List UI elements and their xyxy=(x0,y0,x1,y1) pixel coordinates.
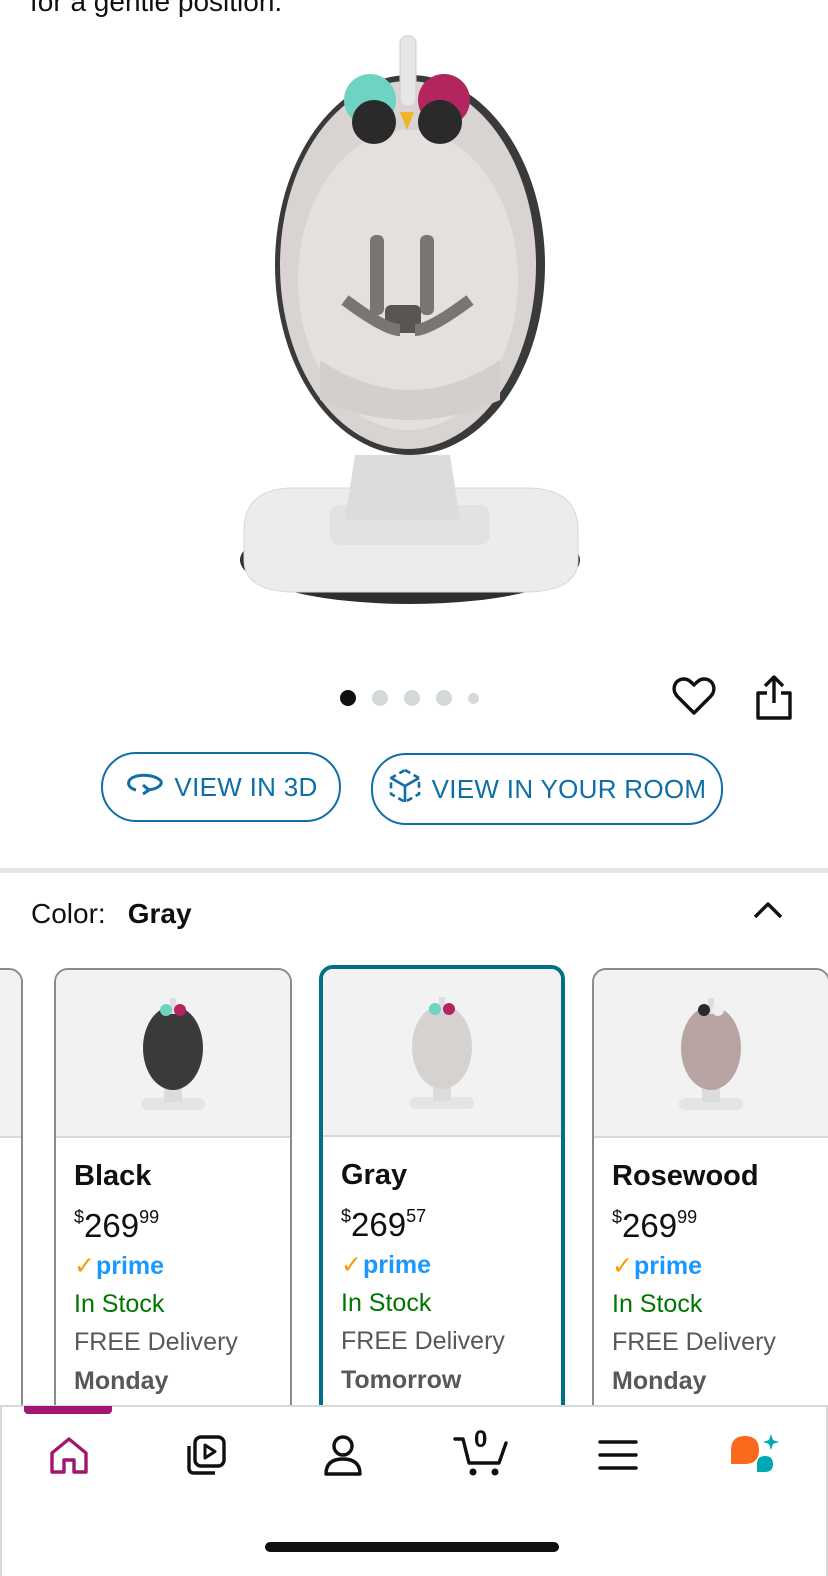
delivery-day: Monday xyxy=(612,1367,707,1395)
swatch-price: $26957 xyxy=(341,1206,427,1243)
swatch-card-partial[interactable] xyxy=(0,968,23,1405)
stock-status: In Stock xyxy=(612,1290,703,1318)
gallery-dot[interactable] xyxy=(468,692,479,704)
swatch-card-black[interactable]: Black $26999 ✓ prime In Stock FREE Delive… xyxy=(54,968,292,1405)
prime-badge: ✓ prime xyxy=(74,1247,272,1285)
delivery-day: Tomorrow xyxy=(341,1366,462,1394)
delivery-text: FREE Delivery xyxy=(74,1328,238,1356)
gallery-pagination[interactable] xyxy=(340,690,479,706)
view-in-your-room-button[interactable]: VIEW IN YOUR ROOM xyxy=(371,753,723,825)
video-icon[interactable] xyxy=(176,1430,236,1480)
swatch-price: $26999 xyxy=(612,1207,698,1244)
home-icon[interactable] xyxy=(39,1430,99,1480)
color-swatch-carousel[interactable]: Black $26999 ✓ prime In Stock FREE Delive… xyxy=(0,965,828,1405)
view-in-your-room-label: VIEW IN YOUR ROOM xyxy=(431,773,707,804)
view-in-3d-label: VIEW IN 3D xyxy=(174,771,318,802)
swatch-thumbnail xyxy=(56,970,290,1138)
gallery-dot[interactable] xyxy=(372,690,388,706)
stock-status: In Stock xyxy=(74,1290,165,1318)
cart-count-badge: 0 xyxy=(474,1426,488,1453)
swatch-name: Black xyxy=(74,1160,152,1192)
section-divider xyxy=(0,868,828,873)
home-indicator xyxy=(265,1542,559,1552)
menu-icon[interactable] xyxy=(588,1430,648,1480)
color-label: Color: xyxy=(31,898,106,929)
swatch-name: Gray xyxy=(341,1159,408,1191)
prime-check-icon: ✓ xyxy=(612,1252,633,1280)
prime-check-icon: ✓ xyxy=(341,1251,362,1279)
delivery-day: Monday xyxy=(74,1367,169,1395)
gallery-dot[interactable] xyxy=(436,690,452,706)
swatch-price: $26999 xyxy=(74,1207,160,1244)
prime-badge: ✓ prime xyxy=(341,1246,543,1284)
ar-cube-icon xyxy=(388,768,422,811)
prime-badge: ✓ prime xyxy=(612,1247,810,1285)
view-in-3d-button[interactable]: VIEW IN 3D xyxy=(101,752,341,822)
wishlist-heart-icon[interactable] xyxy=(672,674,716,718)
account-icon[interactable] xyxy=(313,1430,373,1480)
swatch-thumbnail xyxy=(594,970,828,1138)
swatch-thumbnail xyxy=(323,969,561,1137)
rufus-icon[interactable] xyxy=(724,1430,784,1480)
delivery-text: FREE Delivery xyxy=(341,1327,505,1355)
prime-check-icon: ✓ xyxy=(74,1252,95,1280)
swatch-card-rosewood[interactable]: Rosewood $26999 ✓ prime In Stock FREE Del… xyxy=(592,968,828,1405)
stock-status: In Stock xyxy=(341,1289,432,1317)
color-selector-header: Color: Gray xyxy=(31,898,192,930)
color-value: Gray xyxy=(127,898,192,929)
gallery-dot-active[interactable] xyxy=(340,690,356,706)
swatch-name: Rosewood xyxy=(612,1160,759,1192)
chevron-up-icon[interactable] xyxy=(748,890,788,930)
swatch-thumbnail xyxy=(0,970,21,1138)
share-icon[interactable] xyxy=(752,674,796,722)
rotate-3d-icon xyxy=(124,772,164,803)
delivery-text: FREE Delivery xyxy=(612,1328,776,1356)
swing-illustration xyxy=(240,35,580,604)
active-tab-indicator xyxy=(24,1406,112,1414)
product-image[interactable] xyxy=(0,0,828,660)
swatch-card-gray[interactable]: Gray $26957 ✓ prime In Stock FREE Deliver… xyxy=(319,965,565,1405)
gallery-dot[interactable] xyxy=(404,690,420,706)
